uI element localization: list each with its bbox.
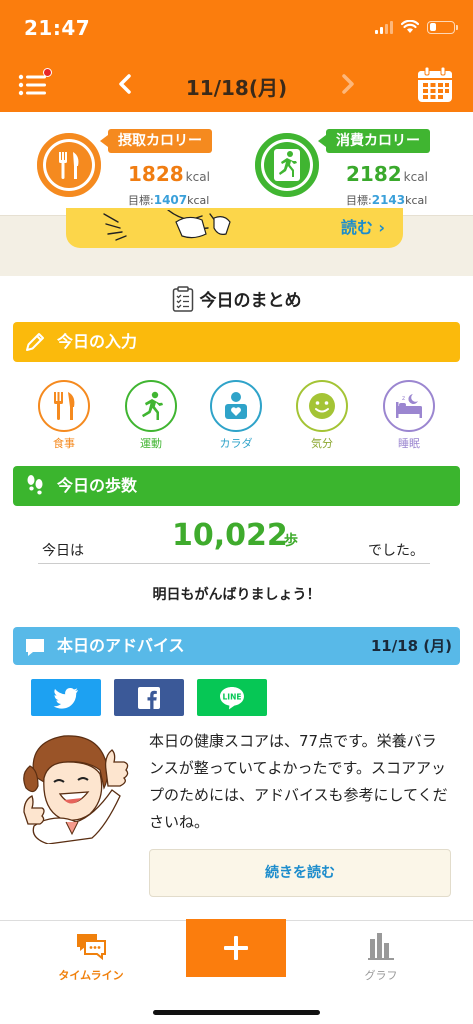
pencil-icon <box>26 333 44 351</box>
input-body-button[interactable]: カラダ <box>206 380 266 451</box>
burn-unit: kcal <box>403 170 428 184</box>
battery-icon <box>427 20 458 34</box>
body-icon <box>225 392 247 419</box>
promo-banner[interactable]: 読む › <box>66 208 403 248</box>
wifi-icon <box>401 20 419 33</box>
intake-unit: kcal <box>185 170 210 184</box>
intake-calorie-block[interactable]: 摂取カロリー 1828 kcal 目標:1407kcal <box>36 122 236 210</box>
today-steps-title: 今日の歩数 <box>57 476 138 495</box>
timeline-chat-icon <box>77 934 106 961</box>
app-header: 21:47 11/18(月) <box>0 0 473 112</box>
header-date[interactable]: 11/18(月) <box>186 76 287 100</box>
today-steps-header: 今日の歩数 <box>13 466 460 506</box>
facebook-icon <box>138 686 160 709</box>
read-more-button[interactable]: 続きを読む <box>149 849 451 897</box>
menu-button[interactable] <box>18 68 52 100</box>
share-line-button[interactable]: LINE <box>197 679 267 716</box>
burn-goal-unit: kcal <box>405 194 428 207</box>
line-icon-text: LINE <box>223 692 242 701</box>
status-icons <box>375 20 458 34</box>
bar-graph-icon <box>368 933 394 960</box>
cellular-signal-icon <box>375 20 393 34</box>
input-sleep-label: 睡眠 <box>398 437 420 450</box>
tab-timeline-label: タイムライン <box>58 969 124 982</box>
status-time: 21:47 <box>24 16 91 40</box>
advice-date: 11/18 (月) <box>370 637 452 655</box>
add-entry-button[interactable] <box>186 919 286 977</box>
tab-graph-label: グラフ <box>364 969 398 982</box>
input-body-label: カラダ <box>219 437 253 450</box>
summary-title: 今日のまとめ <box>199 291 302 311</box>
burn-goal-value: 2143 <box>371 193 406 207</box>
input-exercise-button[interactable]: 運動 <box>121 380 181 451</box>
burn-label: 消費カロリー <box>318 129 430 153</box>
daily-summary-panel: 今日のまとめ 今日の入力 食事 運動 カラダ 気分 z 睡眠 今日の歩数 今日は… <box>0 276 473 920</box>
advice-title: 本日のアドバイス <box>57 636 185 655</box>
input-sleep-button[interactable]: z 睡眠 <box>379 380 439 451</box>
line-icon: LINE <box>220 686 244 709</box>
svg-text:z: z <box>402 395 405 402</box>
intake-goal-label: 目標: <box>128 194 154 207</box>
steps-row: 今日は 10,022 歩 でした。 <box>38 516 430 564</box>
input-meal-button[interactable]: 食事 <box>34 380 94 451</box>
intake-goal-value: 1407 <box>153 193 188 207</box>
chevron-right-icon <box>342 74 354 94</box>
share-twitter-button[interactable] <box>31 679 101 716</box>
intake-ring-icon <box>37 133 101 197</box>
banner-read-link[interactable]: 読む › <box>341 214 385 238</box>
share-facebook-button[interactable] <box>114 679 184 716</box>
today-input-list: 食事 運動 カラダ 気分 z 睡眠 <box>0 380 473 450</box>
footprints-icon <box>27 475 43 495</box>
fork-knife-icon <box>54 392 75 420</box>
calendar-icon <box>418 66 452 102</box>
tab-graph[interactable]: グラフ <box>326 931 436 983</box>
speech-bubble-icon <box>26 639 44 656</box>
steps-suffix: でした。 <box>368 543 424 559</box>
today-input-header: 今日の入力 <box>13 322 460 362</box>
banner-illustration <box>103 210 231 241</box>
input-mood-label: 気分 <box>311 437 333 450</box>
intake-goal-unit: kcal <box>187 194 210 207</box>
prev-day-button[interactable] <box>113 70 137 98</box>
steps-unit: 歩 <box>284 533 298 549</box>
intake-value: 1828 <box>128 162 184 186</box>
steps-value: 10,022 <box>172 518 288 553</box>
burn-value: 2182 <box>346 162 402 186</box>
sleep-icon: z <box>396 394 422 418</box>
burn-calorie-block[interactable]: 消費カロリー 2182 kcal 目標:2143kcal <box>254 122 454 210</box>
chevron-left-icon <box>119 74 131 94</box>
intake-label: 摂取カロリー <box>100 129 212 153</box>
home-indicator <box>153 1010 320 1015</box>
notification-badge <box>43 68 52 77</box>
clipboard-checklist-icon <box>172 286 193 312</box>
calorie-summary-card[interactable]: 摂取カロリー 1828 kcal 目標:1407kcal 消費カロリー 2182 k… <box>0 112 473 216</box>
input-meal-label: 食事 <box>53 437 75 450</box>
running-icon <box>142 391 163 420</box>
mascot-character-icon <box>23 735 129 844</box>
smile-icon <box>309 393 335 419</box>
plus-icon <box>224 936 248 960</box>
calendar-button[interactable] <box>416 66 454 104</box>
input-mood-button[interactable]: 気分 <box>292 380 352 451</box>
steps-cheer-text: 明日もがんばりましょう！ <box>152 587 321 603</box>
advice-header: 本日のアドバイス 11/18 (月) <box>13 627 460 665</box>
input-exercise-label: 運動 <box>140 437 162 450</box>
advice-text: 本日の健康スコアは、77点です。栄養バランスが整っていてよかったです。スコアアッ… <box>149 732 448 831</box>
burn-ring-icon <box>255 133 319 197</box>
twitter-bird-icon <box>53 687 78 709</box>
today-input-title: 今日の入力 <box>57 332 138 351</box>
next-day-button[interactable] <box>336 70 360 98</box>
tab-timeline[interactable]: タイムライン <box>36 931 146 983</box>
burn-goal-label: 目標: <box>346 194 372 207</box>
steps-prefix: 今日は <box>42 543 84 559</box>
